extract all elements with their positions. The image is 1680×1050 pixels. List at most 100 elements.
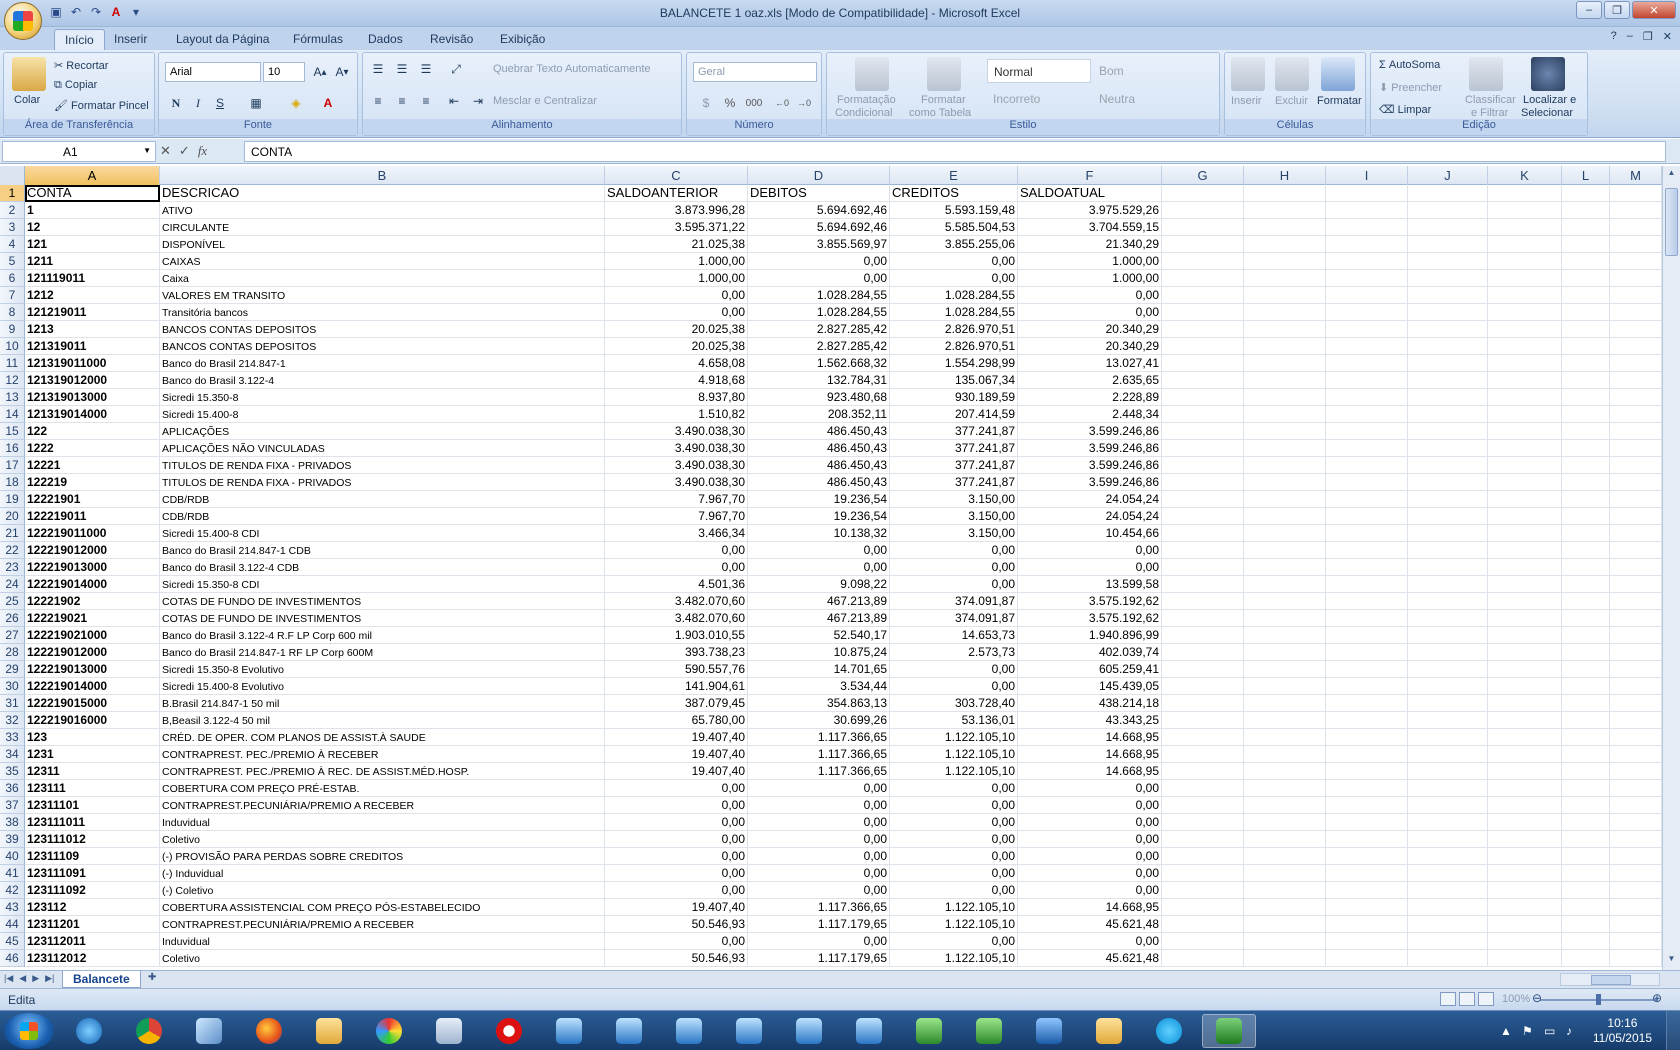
taskbar-app17[interactable] <box>1022 1014 1076 1048</box>
cell-i26[interactable] <box>1326 610 1408 627</box>
row-header[interactable]: 36 <box>0 780 25 797</box>
cell-k7[interactable] <box>1488 287 1562 304</box>
cell-c25[interactable]: 3.482.070,60 <box>605 593 748 610</box>
cell-g8[interactable] <box>1162 304 1244 321</box>
cell-e29[interactable]: 0,00 <box>890 661 1018 678</box>
cell-h23[interactable] <box>1244 559 1326 576</box>
cell-l2[interactable] <box>1562 202 1610 219</box>
row-header[interactable]: 30 <box>0 678 25 695</box>
cell-b37[interactable]: CONTRAPREST.PECUNIÁRIA/PREMIO A RECEBER <box>160 797 605 814</box>
row-header[interactable]: 42 <box>0 882 25 899</box>
cell-c10[interactable]: 20.025,38 <box>605 338 748 355</box>
cell-i29[interactable] <box>1326 661 1408 678</box>
cell-j20[interactable] <box>1408 508 1488 525</box>
delete-cells-button[interactable]: Excluir <box>1275 95 1308 107</box>
cell-k15[interactable] <box>1488 423 1562 440</box>
clear-button[interactable]: ⌫ Limpar <box>1379 103 1431 116</box>
cell-d24[interactable]: 9.098,22 <box>748 576 890 593</box>
cell-c2[interactable]: 3.873.996,28 <box>605 202 748 219</box>
cell-f36[interactable]: 0,00 <box>1018 780 1162 797</box>
decrease-decimal-icon[interactable]: →0 <box>793 93 815 113</box>
cell-a8[interactable]: 121219011 <box>25 304 160 321</box>
cell-a9[interactable]: 1213 <box>25 321 160 338</box>
cell-h30[interactable] <box>1244 678 1326 695</box>
cell-l24[interactable] <box>1562 576 1610 593</box>
cell-b38[interactable]: Induvidual <box>160 814 605 831</box>
taskbar-skype[interactable] <box>1142 1014 1196 1048</box>
cell-a35[interactable]: 12311 <box>25 763 160 780</box>
cell-f28[interactable]: 402.039,74 <box>1018 644 1162 661</box>
cancel-icon[interactable]: ✕ <box>160 143 171 159</box>
cell-k31[interactable] <box>1488 695 1562 712</box>
cell-h1[interactable] <box>1244 185 1326 202</box>
cell-i22[interactable] <box>1326 542 1408 559</box>
cell-l8[interactable] <box>1562 304 1610 321</box>
cell-e6[interactable]: 0,00 <box>890 270 1018 287</box>
show-desktop-button[interactable] <box>1666 1011 1680 1050</box>
cell-a19[interactable]: 12221901 <box>25 491 160 508</box>
taskbar-app13[interactable] <box>782 1014 836 1048</box>
cell-g29[interactable] <box>1162 661 1244 678</box>
cell-e30[interactable]: 0,00 <box>890 678 1018 695</box>
cell-g21[interactable] <box>1162 525 1244 542</box>
cell-m2[interactable] <box>1610 202 1662 219</box>
cell-j33[interactable] <box>1408 729 1488 746</box>
cell-c13[interactable]: 8.937,80 <box>605 389 748 406</box>
cell-j15[interactable] <box>1408 423 1488 440</box>
cell-h6[interactable] <box>1244 270 1326 287</box>
row-header[interactable]: 4 <box>0 236 25 253</box>
cell-a34[interactable]: 1231 <box>25 746 160 763</box>
row-header[interactable]: 12 <box>0 372 25 389</box>
cell-l12[interactable] <box>1562 372 1610 389</box>
cell-g5[interactable] <box>1162 253 1244 270</box>
cell-l10[interactable] <box>1562 338 1610 355</box>
cell-i32[interactable] <box>1326 712 1408 729</box>
row-header[interactable]: 32 <box>0 712 25 729</box>
cell-i3[interactable] <box>1326 219 1408 236</box>
start-button[interactable] <box>4 1013 54 1049</box>
column-header-f[interactable]: F <box>1018 166 1162 185</box>
cell-k5[interactable] <box>1488 253 1562 270</box>
cell-f24[interactable]: 13.599,58 <box>1018 576 1162 593</box>
cell-i6[interactable] <box>1326 270 1408 287</box>
cell-i10[interactable] <box>1326 338 1408 355</box>
cell-a16[interactable]: 1222 <box>25 440 160 457</box>
cell-f10[interactable]: 20.340,29 <box>1018 338 1162 355</box>
name-box[interactable]: A1 ▼ <box>2 141 156 162</box>
cell-c28[interactable]: 393.738,23 <box>605 644 748 661</box>
cell-h26[interactable] <box>1244 610 1326 627</box>
cell-h25[interactable] <box>1244 593 1326 610</box>
cell-j34[interactable] <box>1408 746 1488 763</box>
cell-k19[interactable] <box>1488 491 1562 508</box>
find-label2[interactable]: Selecionar <box>1521 107 1573 119</box>
cell-m18[interactable] <box>1610 474 1662 491</box>
cell-f3[interactable]: 3.704.559,15 <box>1018 219 1162 236</box>
cell-f34[interactable]: 14.668,95 <box>1018 746 1162 763</box>
cell-a13[interactable]: 121319013000 <box>25 389 160 406</box>
cell-d17[interactable]: 486.450,43 <box>748 457 890 474</box>
cell-i8[interactable] <box>1326 304 1408 321</box>
cell-k10[interactable] <box>1488 338 1562 355</box>
cell-j11[interactable] <box>1408 355 1488 372</box>
cell-h39[interactable] <box>1244 831 1326 848</box>
cell-l1[interactable] <box>1562 185 1610 202</box>
cell-h37[interactable] <box>1244 797 1326 814</box>
cell-a28[interactable]: 122219012000 <box>25 644 160 661</box>
cell-b30[interactable]: Sicredi 15.400-8 Evolutivo <box>160 678 605 695</box>
zoom-slider-knob[interactable] <box>1596 994 1601 1005</box>
cell-g13[interactable] <box>1162 389 1244 406</box>
taskbar-app3[interactable] <box>182 1014 236 1048</box>
cell-f12[interactable]: 2.635,65 <box>1018 372 1162 389</box>
cell-k2[interactable] <box>1488 202 1562 219</box>
cell-e46[interactable]: 1.122.105,10 <box>890 950 1018 967</box>
cell-d38[interactable]: 0,00 <box>748 814 890 831</box>
cell-k35[interactable] <box>1488 763 1562 780</box>
cell-c31[interactable]: 387.079,45 <box>605 695 748 712</box>
cell-i25[interactable] <box>1326 593 1408 610</box>
conditional-format-label1[interactable]: Formatação <box>837 94 896 106</box>
cell-i24[interactable] <box>1326 576 1408 593</box>
cell-i4[interactable] <box>1326 236 1408 253</box>
cell-j19[interactable] <box>1408 491 1488 508</box>
cell-d18[interactable]: 486.450,43 <box>748 474 890 491</box>
cell-j32[interactable] <box>1408 712 1488 729</box>
